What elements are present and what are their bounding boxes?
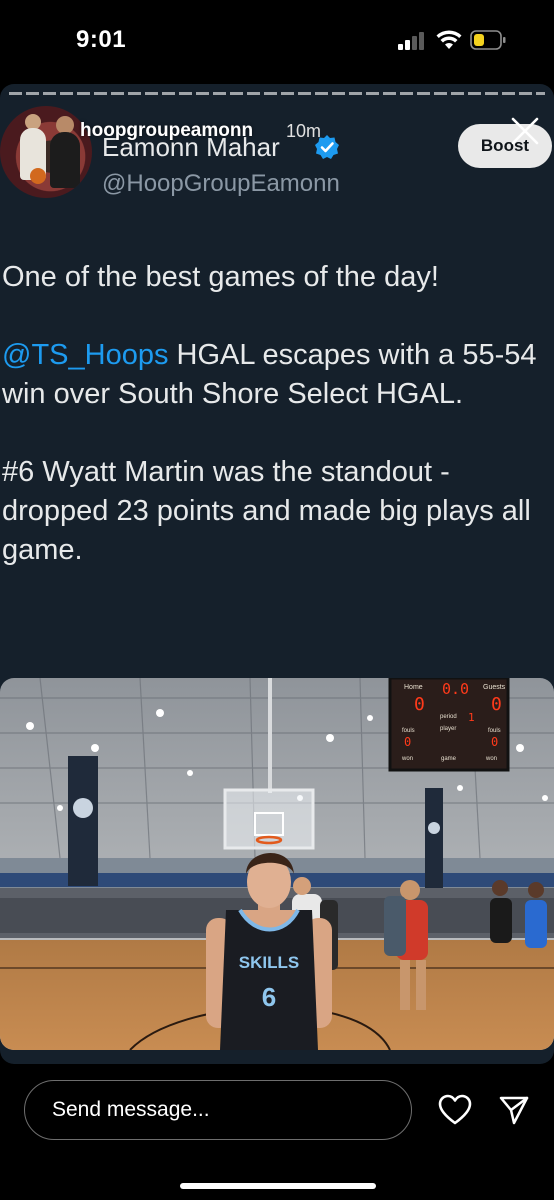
scoreboard: Home Guests 0.0 0 0 period 1 player foul…	[388, 678, 510, 772]
jersey-text: SKILLS	[239, 953, 299, 972]
story-card[interactable]: Eamonn Mahar @HoopGroupEamonn hoopgroupe…	[0, 84, 554, 1064]
scoreboard-home-label: Home	[404, 684, 423, 691]
heart-icon[interactable]	[438, 1094, 472, 1126]
battery-low-icon	[470, 30, 506, 50]
status-time: 9:01	[76, 26, 127, 53]
tweet-paragraph: One of the best games of the day!	[2, 261, 439, 293]
tweet-photo[interactable]: Home Guests 0.0 0 0 period 1 player foul…	[0, 678, 554, 1050]
scoreboard-period-label: period	[440, 714, 457, 720]
tweet-author-handle: @HoopGroupEamonn	[102, 170, 340, 197]
wifi-icon	[436, 30, 462, 49]
scoreboard-won-left-label: won	[401, 756, 413, 762]
scoreboard-period-value: 1	[468, 711, 475, 724]
scoreboard-home-fouls: 0	[404, 735, 411, 749]
close-icon[interactable]	[510, 116, 540, 146]
tweet-paragraph: #6 Wyatt Martin was the standout - dropp…	[2, 456, 531, 566]
story-username[interactable]: hoopgroupeamonn	[80, 120, 253, 142]
scoreboard-guests-score: 0	[491, 694, 502, 715]
scoreboard-fouls-left-label: fouls	[402, 728, 415, 734]
scoreboard-home-score: 0	[414, 694, 425, 715]
send-message-placeholder: Send message...	[52, 1098, 210, 1121]
scoreboard-clock: 0.0	[442, 680, 469, 698]
scoreboard-guest-fouls: 0	[491, 735, 498, 749]
scoreboard-game-label: game	[441, 756, 457, 762]
home-indicator[interactable]	[180, 1183, 376, 1189]
scoreboard-won-right-label: won	[485, 756, 497, 762]
story-time: 10m	[286, 121, 322, 141]
tweet-paragraph: @TS_Hoops HGAL escapes with a 55-54 win …	[2, 336, 550, 414]
mention-link[interactable]: @TS_Hoops	[2, 339, 168, 371]
cellular-signal-icon	[398, 32, 426, 50]
tweet-body: One of the best games of the day! @TS_Ho…	[2, 258, 550, 609]
scoreboard-player-label: player	[440, 726, 456, 732]
jersey-number: 6	[262, 982, 276, 1012]
status-bar: 9:01	[0, 0, 554, 84]
avatar[interactable]	[0, 106, 92, 198]
scoreboard-guests-label: Guests	[483, 684, 506, 691]
scoreboard-fouls-right-label: fouls	[488, 728, 501, 734]
paper-plane-icon[interactable]	[498, 1094, 530, 1126]
story-progress-bar	[9, 92, 545, 95]
